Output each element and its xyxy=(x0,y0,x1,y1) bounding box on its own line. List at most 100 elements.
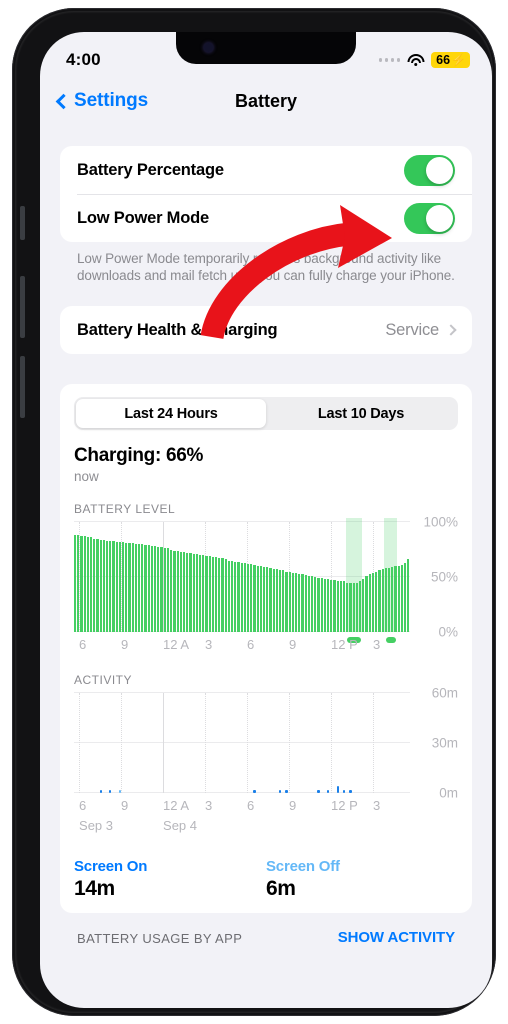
battery-level-bar xyxy=(320,578,323,632)
battery-level-chart-title: BATTERY LEVEL xyxy=(74,502,176,516)
back-to-settings-button[interactable]: Settings xyxy=(55,90,149,112)
settings-scroll-content[interactable]: Battery Percentage Low Power Mode Low Po… xyxy=(40,124,492,1008)
activity-plot-area xyxy=(74,692,410,793)
battery-level-bar xyxy=(295,572,298,632)
x-axis-label: 9 xyxy=(121,637,129,652)
y-axis-label: 0% xyxy=(438,624,458,640)
battery-level-bar xyxy=(391,567,394,632)
activity-bars xyxy=(74,693,410,793)
battery-level-bar xyxy=(394,566,397,632)
iphone-device-frame: 4:00 66 ⚡ Settings Battery Battery Perce… xyxy=(12,8,496,1016)
battery-level-bar xyxy=(227,560,230,632)
battery-level-bar xyxy=(384,568,387,632)
volume-down-button[interactable] xyxy=(20,356,25,418)
x-axis-label: 12 P xyxy=(331,798,358,813)
battery-level-bar xyxy=(365,575,368,632)
battery-level-bar xyxy=(279,570,282,632)
battery-level-bar xyxy=(144,545,147,632)
battery-level-bar xyxy=(359,581,362,632)
x-axis-label: 3 xyxy=(205,637,213,652)
show-activity-button[interactable]: SHOW ACTIVITY xyxy=(338,929,455,946)
x-axis-label: 6 xyxy=(247,637,255,652)
activity-bar xyxy=(253,790,256,793)
charging-time-text: now xyxy=(74,469,99,484)
chevron-right-icon xyxy=(445,324,457,336)
volume-up-button[interactable] xyxy=(20,276,25,338)
battery-level-bar xyxy=(211,557,214,632)
tab-last-24-hours[interactable]: Last 24 Hours xyxy=(76,399,266,428)
row-battery-percentage[interactable]: Battery Percentage xyxy=(60,146,472,194)
battery-level-bar xyxy=(125,542,128,632)
battery-level-bar xyxy=(150,546,154,632)
battery-level-bar xyxy=(182,551,186,632)
x-axis-date-label: Sep 3 xyxy=(79,818,114,833)
battery-level-bar xyxy=(186,552,189,632)
battery-level-bar xyxy=(83,536,86,632)
battery-level-bar xyxy=(375,571,378,632)
battery-level-bar xyxy=(160,547,163,632)
battery-level-bar xyxy=(352,582,355,632)
battery-level-bar xyxy=(86,537,90,632)
screen-on-stat: Screen On 14m xyxy=(74,858,266,901)
screen-off-stat: Screen Off 6m xyxy=(266,858,458,901)
battery-level-bar xyxy=(282,570,285,632)
battery-level-bar xyxy=(240,562,243,632)
x-axis-label: 6 xyxy=(247,798,255,813)
row-battery-health[interactable]: Battery Health & Charging Service xyxy=(60,306,472,354)
battery-level-bar xyxy=(291,572,295,632)
activity-bar xyxy=(109,790,112,793)
signal-dots-icon xyxy=(378,58,401,62)
activity-bar xyxy=(317,790,320,793)
time-range-segmented-control[interactable]: Last 24 Hours Last 10 Days xyxy=(74,397,458,430)
battery-level-bar xyxy=(368,573,371,632)
battery-level-bar xyxy=(311,575,314,632)
battery-level-bar xyxy=(189,552,192,632)
screen-time-stats: Screen On 14m Screen Off 6m xyxy=(74,858,458,907)
y-axis-label: 100% xyxy=(423,514,458,530)
battery-status-badge: 66 ⚡ xyxy=(431,52,470,68)
battery-level-bar xyxy=(275,569,278,632)
battery-level-bar xyxy=(99,539,102,632)
battery-options-card: Battery Percentage Low Power Mode xyxy=(60,146,472,242)
battery-level-bar xyxy=(138,544,141,632)
battery-level-bar xyxy=(163,548,166,632)
low-power-mode-toggle[interactable] xyxy=(404,202,455,234)
toggle-knob xyxy=(426,156,453,184)
battery-level-bar xyxy=(195,553,198,632)
battery-level-bar xyxy=(330,580,333,632)
battery-level-bar xyxy=(327,579,330,632)
battery-percentage-toggle[interactable] xyxy=(404,154,455,186)
battery-level-bar xyxy=(221,558,224,632)
activity-chart-title: ACTIVITY xyxy=(74,673,133,687)
x-axis-label: 9 xyxy=(289,637,297,652)
battery-level-chart: 0% 50% 100% 6 9 12 A 3 6 9 12 P 3 xyxy=(74,515,458,655)
y-axis-label: 60m xyxy=(431,685,458,701)
battery-level-bar xyxy=(339,581,343,632)
battery-level-bar xyxy=(218,558,221,632)
x-axis-label: 12 P xyxy=(331,637,358,652)
battery-level-bars xyxy=(74,522,410,632)
battery-level-bar xyxy=(314,577,317,632)
row-low-power-mode[interactable]: Low Power Mode xyxy=(60,194,472,242)
battery-level-bar xyxy=(246,563,250,632)
battery-level-bar xyxy=(266,567,269,632)
battery-percent-text: 66 xyxy=(436,52,451,67)
screen-on-label: Screen On xyxy=(74,858,148,875)
tab-last-10-days[interactable]: Last 10 Days xyxy=(266,399,456,428)
back-button-label: Settings xyxy=(74,90,149,111)
status-bar-time: 4:00 xyxy=(66,50,101,69)
battery-level-bar xyxy=(102,539,106,632)
activity-bar xyxy=(118,789,122,793)
y-axis-label: 50% xyxy=(430,569,458,585)
mute-switch-button[interactable] xyxy=(20,206,25,240)
x-axis-label: 6 xyxy=(79,637,87,652)
charging-bolt-icon: ⚡ xyxy=(451,53,466,67)
battery-level-bar xyxy=(403,562,407,632)
battery-level-bar xyxy=(378,570,381,632)
battery-level-bar xyxy=(80,536,83,632)
battery-level-bar xyxy=(288,571,291,632)
battery-level-bar xyxy=(134,544,138,632)
battery-level-bar xyxy=(323,579,327,632)
battery-level-bar xyxy=(234,561,237,632)
battery-level-bar xyxy=(179,551,182,632)
